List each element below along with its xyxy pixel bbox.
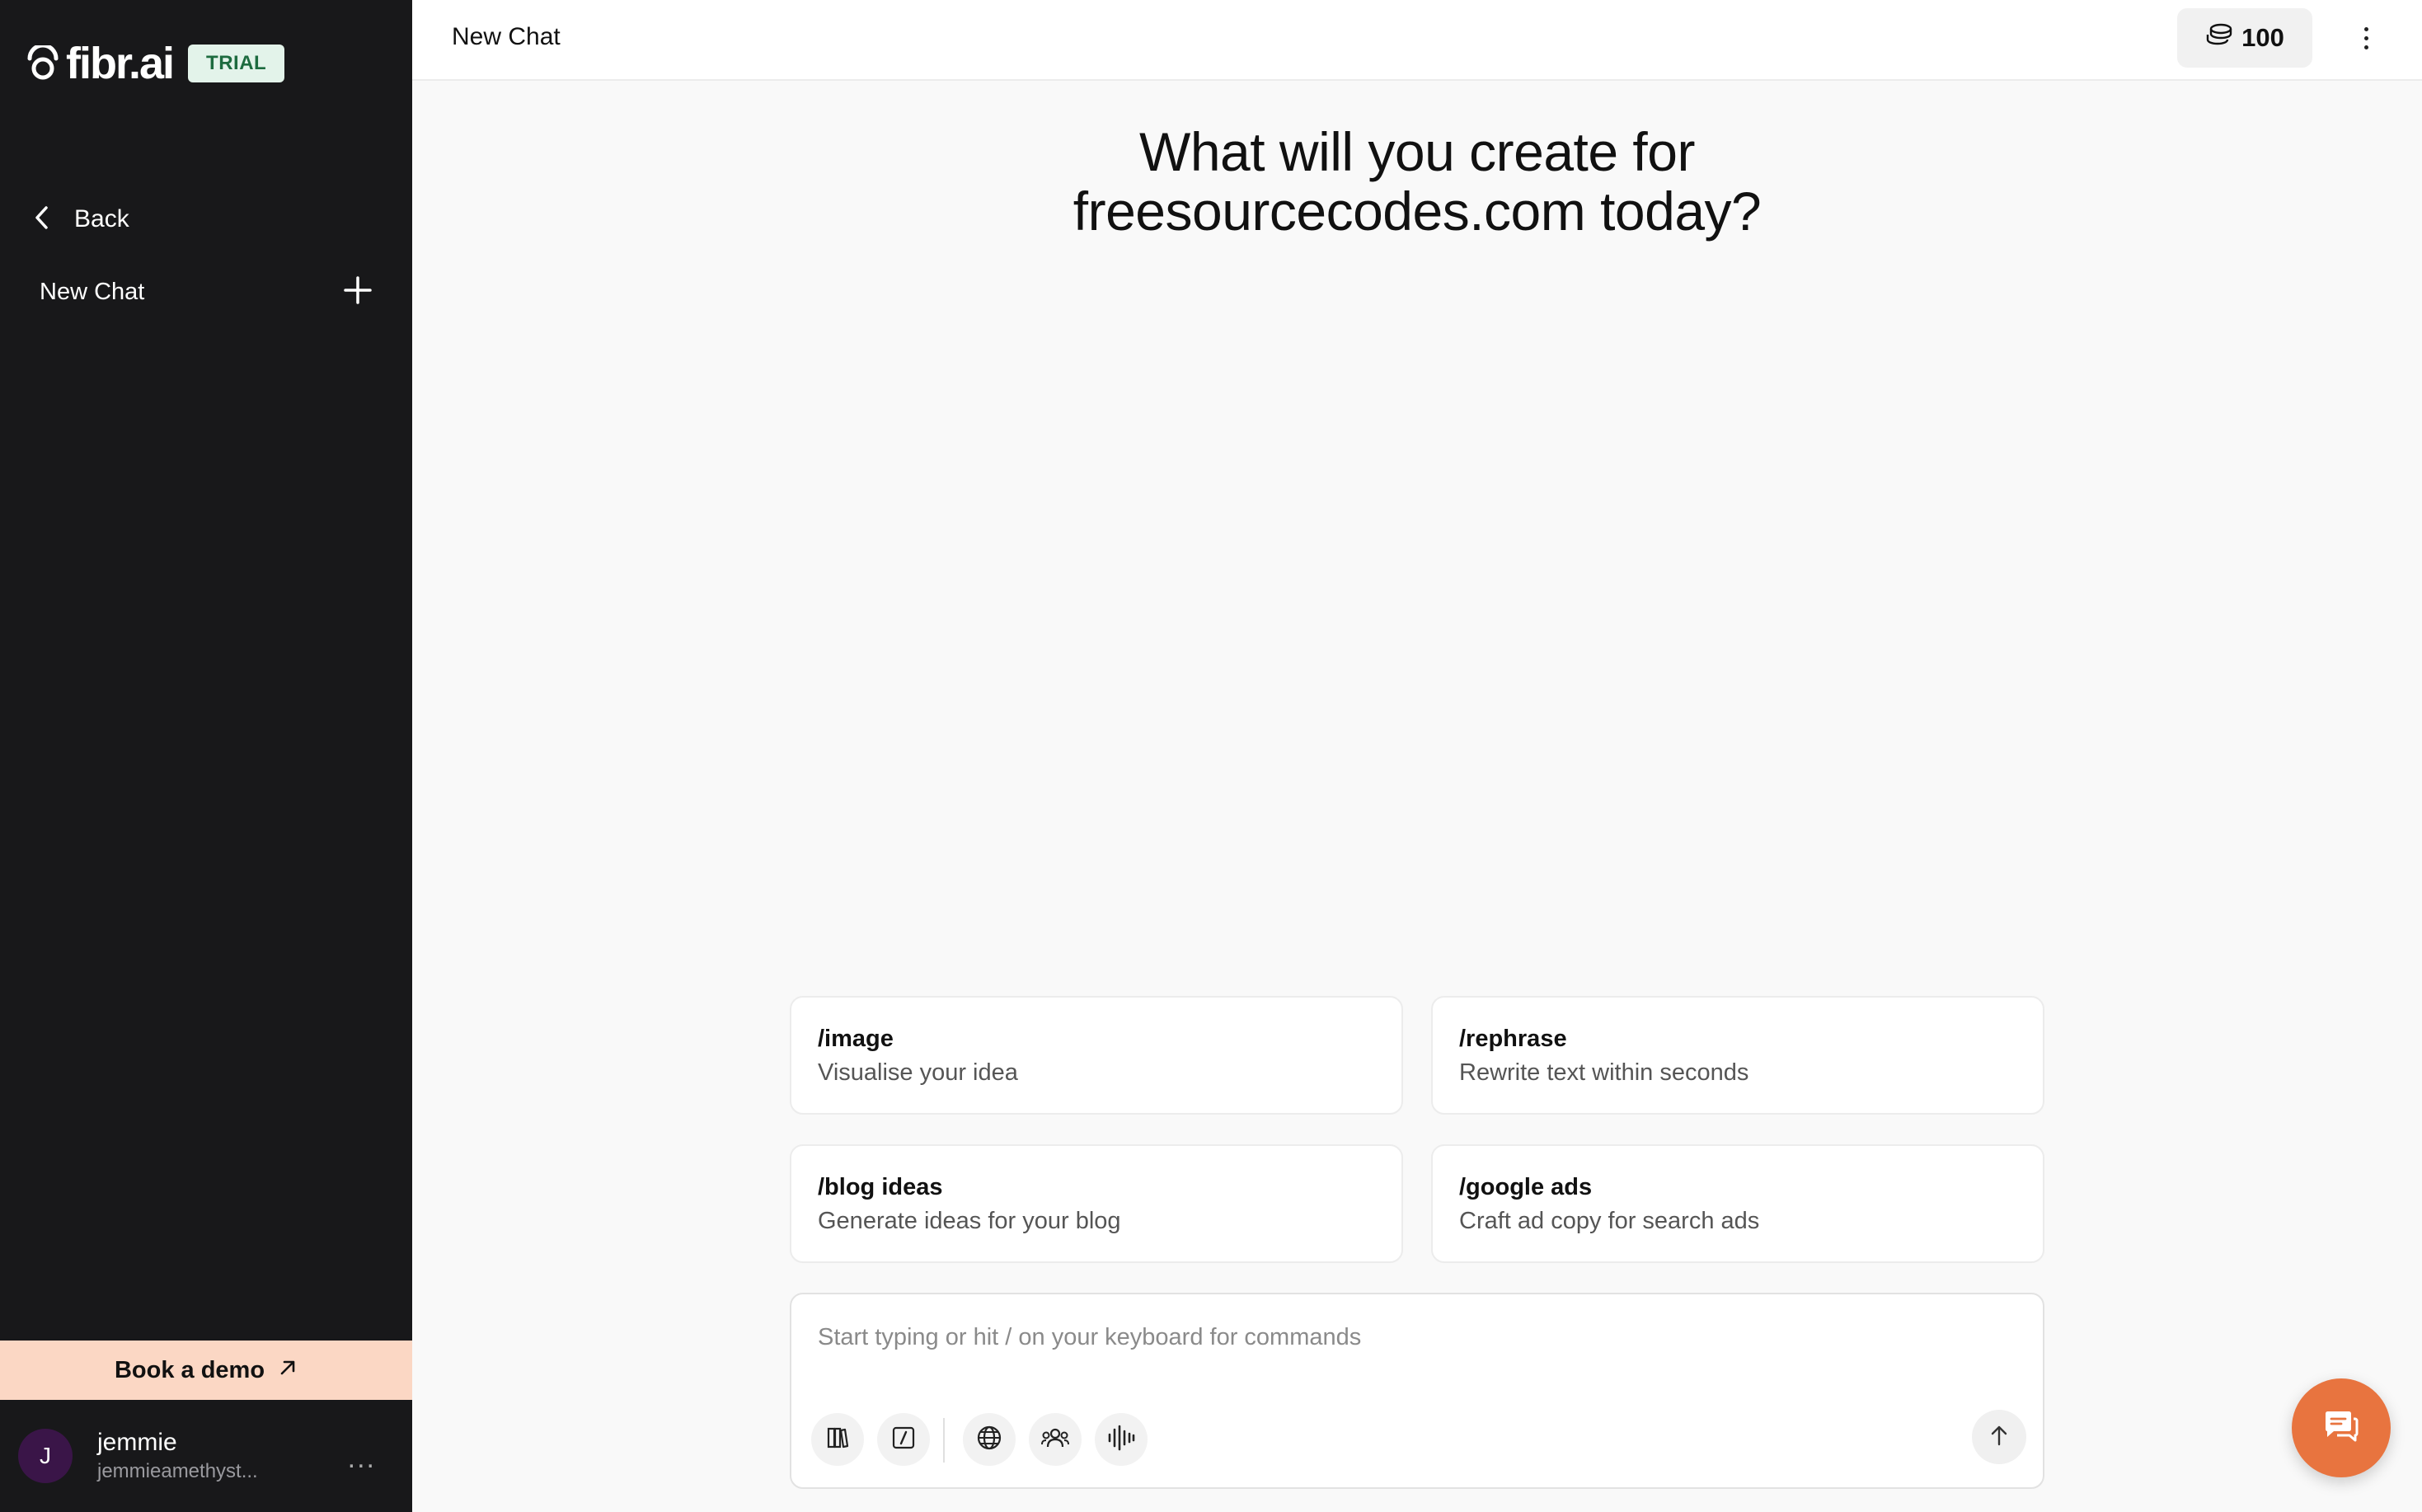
card-description: Rewrite text within seconds <box>1459 1059 1749 1086</box>
card-description: Visualise your idea <box>818 1059 1018 1086</box>
sidebar: fibr.ai TRIAL Back New Chat Book a demo … <box>0 0 412 1512</box>
headline-line-1: What will you create for <box>1139 121 1695 182</box>
top-header: New Chat 100 <box>412 0 2422 81</box>
user-info: jemmie jemmieamethyst... <box>97 1429 258 1483</box>
slash-command-icon <box>890 1425 917 1455</box>
new-chat-item[interactable]: New Chat <box>40 270 373 313</box>
page-title: New Chat <box>452 23 561 50</box>
brand-logo[interactable]: fibr.ai TRIAL <box>26 39 285 88</box>
card-command: /blog ideas <box>818 1174 943 1200</box>
card-description: Craft ad copy for search ads <box>1459 1208 1760 1234</box>
new-chat-label: New Chat <box>40 278 145 305</box>
trial-badge: TRIAL <box>188 45 285 82</box>
suggestion-card-rephrase[interactable]: /rephrase Rewrite text within seconds <box>1431 996 2044 1115</box>
card-command: /google ads <box>1459 1174 1593 1200</box>
send-button[interactable] <box>1972 1410 2026 1464</box>
chat-bubble-icon <box>2322 1409 2360 1448</box>
arrow-up-icon <box>1988 1424 2010 1451</box>
avatar: J <box>18 1429 73 1483</box>
credits-button[interactable]: 100 <box>2177 8 2312 68</box>
toolbar-divider <box>943 1418 945 1463</box>
headline-line-2: freesourcecodes.com today? <box>1073 181 1762 242</box>
suggestion-card-blog-ideas[interactable]: /blog ideas Generate ideas for your blog <box>790 1144 1403 1263</box>
audience-button[interactable] <box>1029 1413 1082 1466</box>
library-icon <box>824 1425 851 1455</box>
globe-icon <box>975 1424 1003 1456</box>
back-label: Back <box>74 205 129 232</box>
suggestion-card-google-ads[interactable]: /google ads Craft ad copy for search ads <box>1431 1144 2044 1263</box>
voice-input-button[interactable] <box>1095 1413 1148 1466</box>
brand-name: fibr.ai <box>66 39 175 88</box>
card-description: Generate ideas for your blog <box>818 1208 1121 1234</box>
user-name: jemmie <box>97 1429 177 1456</box>
user-profile[interactable]: J jemmie jemmieamethyst... ... <box>0 1400 412 1512</box>
fibr-logo-icon <box>26 43 59 82</box>
suggestion-card-image[interactable]: /image Visualise your idea <box>790 996 1403 1115</box>
vertical-dots-icon[interactable] <box>2349 18 2382 58</box>
plus-icon[interactable] <box>343 275 373 309</box>
arrow-up-right-icon <box>265 1357 298 1384</box>
welcome-headline: What will you create for freesourcecodes… <box>412 122 2422 241</box>
chat-composer <box>790 1293 2044 1489</box>
coins-icon <box>2205 22 2241 54</box>
chevron-left-icon <box>33 204 51 235</box>
web-search-button[interactable] <box>963 1413 1016 1466</box>
slash-command-button[interactable] <box>877 1413 930 1466</box>
card-command: /image <box>818 1026 894 1052</box>
card-command: /rephrase <box>1459 1026 1567 1052</box>
library-button[interactable] <box>811 1413 864 1466</box>
audio-waveform-icon <box>1106 1425 1136 1455</box>
back-button[interactable]: Back <box>33 198 129 241</box>
book-demo-label: Book a demo <box>114 1356 265 1383</box>
user-email: jemmieamethyst... <box>97 1460 258 1482</box>
credits-count: 100 <box>2241 23 2284 52</box>
book-demo-button[interactable]: Book a demo <box>0 1341 412 1400</box>
chat-input[interactable] <box>818 1319 2005 1355</box>
user-more-button[interactable]: ... <box>348 1443 376 1475</box>
support-chat-button[interactable] <box>2292 1378 2391 1477</box>
people-icon <box>1040 1425 1070 1455</box>
